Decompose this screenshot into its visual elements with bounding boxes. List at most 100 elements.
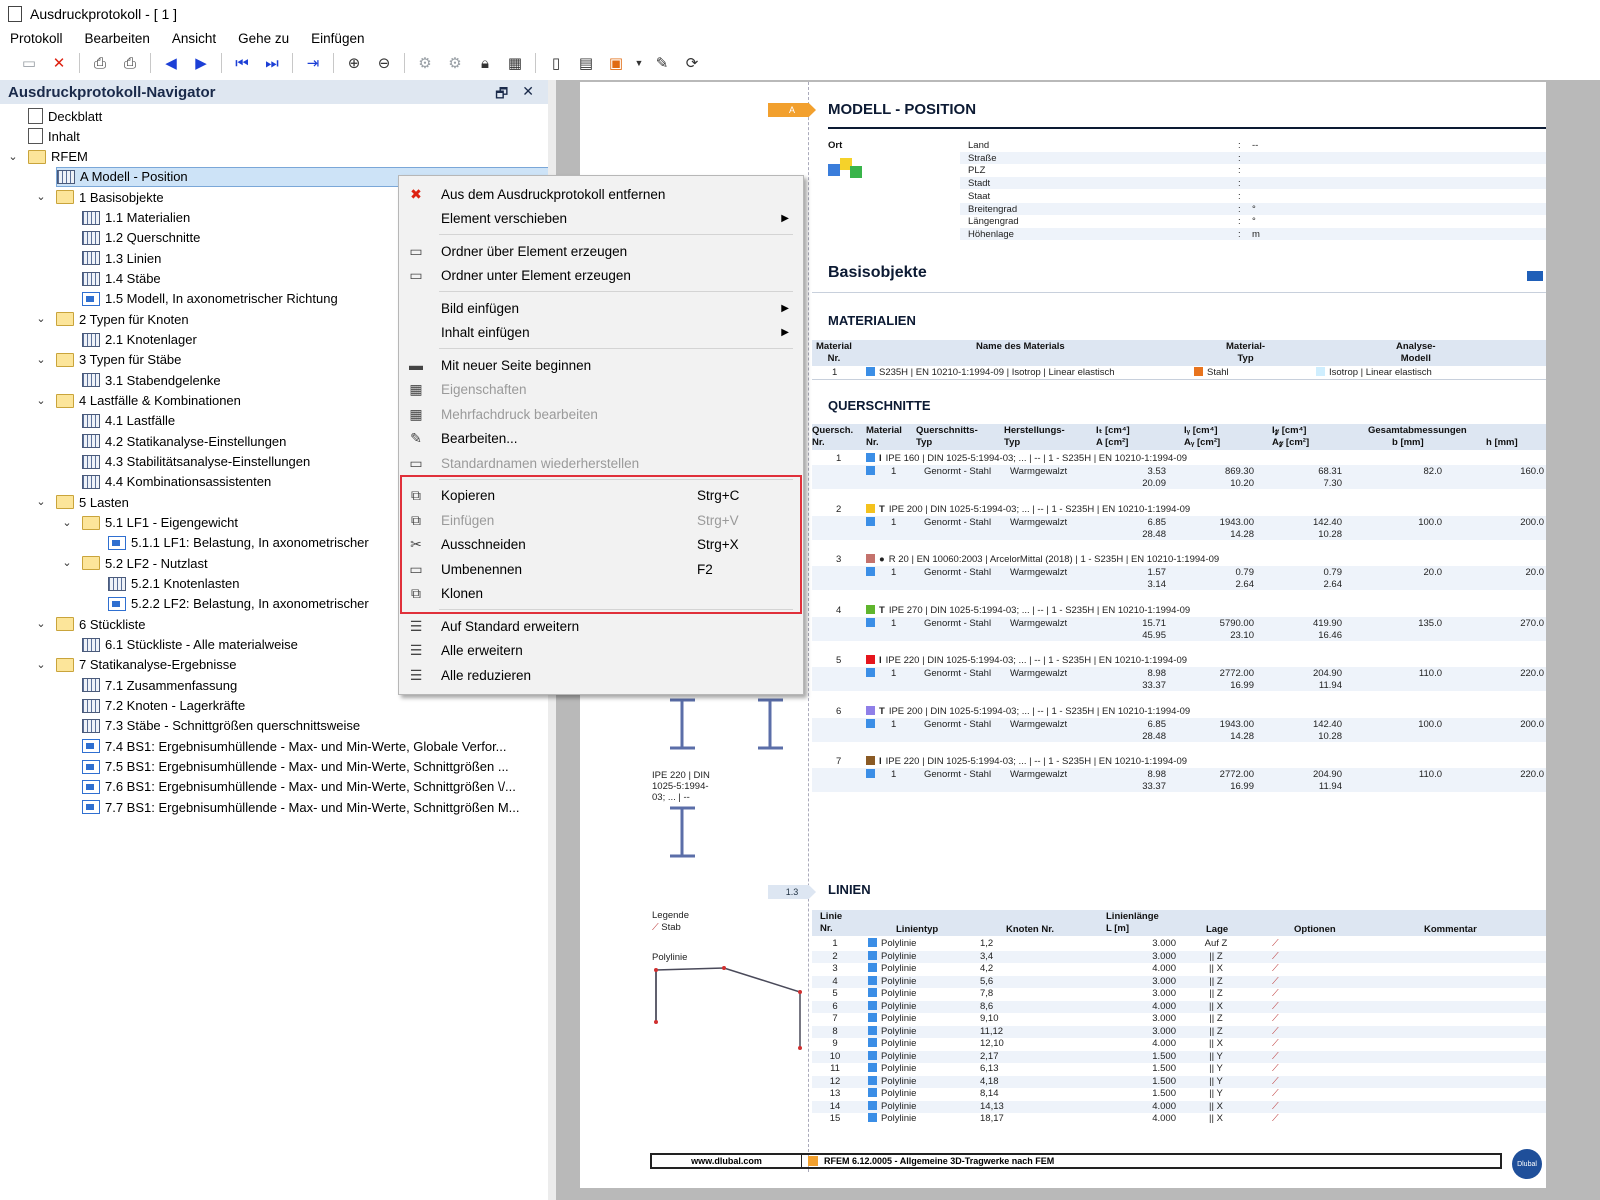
cell-material: 1 xyxy=(866,567,896,578)
zoom-in-icon[interactable]: ⊕ xyxy=(341,51,367,75)
restore-icon[interactable]: 🗗︎ xyxy=(495,83,508,107)
graphic-settings-icon[interactable]: ⚙ xyxy=(412,51,438,75)
tree-toggle-icon[interactable]: ⌄ xyxy=(34,190,48,203)
close-icon[interactable]: ✕ xyxy=(522,83,534,107)
ort-colon: : xyxy=(1238,140,1241,151)
table-icon xyxy=(82,413,100,428)
cell-nodes: 1,2 xyxy=(980,938,994,949)
tree-toggle-icon[interactable]: ⌄ xyxy=(34,617,48,630)
context-menu-item[interactable]: ✎ Bearbeiten... xyxy=(399,427,803,451)
cell-value: 2.64 xyxy=(1323,579,1343,590)
new-report-icon[interactable]: ▭ xyxy=(16,51,42,75)
context-menu-item[interactable]: Inhalt einfügen ▶ xyxy=(399,321,803,345)
cell-manufacturing: Warmgewalzt xyxy=(1010,718,1068,730)
cell-position: || Z xyxy=(1209,950,1223,962)
tree-item[interactable]: Inhalt xyxy=(28,126,548,146)
header-cell: Knoten Nr. xyxy=(1006,924,1055,935)
cell-nodes: 4,18 xyxy=(980,1075,999,1087)
tree-toggle-icon[interactable]: ⌄ xyxy=(34,658,48,671)
cell-position: || Y xyxy=(1209,1063,1223,1074)
cell-type: Genormt - Stahl xyxy=(924,718,992,730)
folder-icon xyxy=(56,190,74,205)
menu-bearbeiten[interactable]: Bearbeiten xyxy=(85,31,150,46)
tree-toggle-icon[interactable]: ⌄ xyxy=(34,312,48,325)
context-menu-item[interactable]: ▬ Mit neuer Seite beginnen xyxy=(399,353,803,377)
zoom-out-icon[interactable]: ⊖ xyxy=(371,51,397,75)
context-menu-item[interactable]: Bild einfügen ▶ xyxy=(399,296,803,320)
cell-type: Genormt - Stahl xyxy=(924,617,992,629)
table-icon xyxy=(82,332,100,347)
menu-separator xyxy=(439,234,793,235)
option-icon: ⟋ xyxy=(1272,1075,1279,1087)
option-icon: ⟋ xyxy=(1272,988,1279,999)
tree-toggle-icon[interactable]: ⌄ xyxy=(34,353,48,366)
footer-url: www.dlubal.com xyxy=(652,1155,802,1167)
menu-einfuegen[interactable]: Einfügen xyxy=(311,31,364,46)
tree-toggle-icon[interactable]: ⌄ xyxy=(34,394,48,407)
table-icon xyxy=(82,698,100,713)
cell-nr: 4 xyxy=(832,975,838,987)
cell-material: 1 xyxy=(866,466,896,477)
option-icon: ⟋ xyxy=(1272,1113,1279,1124)
cell-nodes: 18,17 xyxy=(980,1113,1004,1124)
refresh-icon[interactable]: ⟳ xyxy=(679,51,705,75)
context-menu-item[interactable]: ▭ Ordner über Element erzeugen xyxy=(399,239,803,263)
context-menu-item[interactable]: ☰ Alle erweitern xyxy=(399,639,803,663)
print-preview-icon[interactable]: ⎙ xyxy=(117,51,143,75)
table-icon xyxy=(82,637,100,652)
cell-value: 1943.00 xyxy=(1219,516,1254,528)
tree-item-label: 1.1 Materialien xyxy=(105,210,191,226)
tree-item[interactable]: 7.4 BS1: Ergebnisumhüllende - Max- und M… xyxy=(82,736,548,756)
last-page-icon[interactable]: ⏭ xyxy=(259,51,285,75)
tree-toggle-icon[interactable]: ⌄ xyxy=(60,516,74,529)
graphic-update-icon[interactable]: ⚙ xyxy=(442,51,468,75)
image-icon xyxy=(82,739,100,754)
tree-item-label: 1.5 Modell, In axonometrischer Richtung xyxy=(105,291,338,307)
header-settings-icon[interactable]: ▤ xyxy=(573,51,599,75)
context-menu-item[interactable]: Element verschieben ▶ xyxy=(399,207,803,231)
tree-item[interactable]: 7.2 Knoten - Lagerkräfte xyxy=(82,696,548,716)
cell-value: 135.0 xyxy=(1418,617,1442,629)
tree-toggle-icon[interactable]: ⌄ xyxy=(34,495,48,508)
go-to-page-icon[interactable]: ⇥ xyxy=(300,51,326,75)
tree-item-label: A Modell - Position xyxy=(80,169,188,185)
cell-length: 4.000 xyxy=(1152,963,1176,974)
cell-value: 10.28 xyxy=(1318,528,1342,540)
context-menu-item[interactable]: ✖ Aus dem Ausdruckprotokoll entfernen xyxy=(399,182,803,206)
menu-protokoll[interactable]: Protokoll xyxy=(10,31,63,46)
menu-ansicht[interactable]: Ansicht xyxy=(172,31,216,46)
table-icon xyxy=(82,718,100,733)
cell-line-type: Polylinie xyxy=(868,975,916,987)
cell-description: I IPE 220 | DIN 1025-5:1994-03; ... | -- … xyxy=(866,655,1187,666)
tree-item[interactable]: Deckblatt xyxy=(28,106,548,126)
menu-item-label: Aus dem Ausdruckprotokoll entfernen xyxy=(441,186,666,202)
print-icon[interactable]: ⎙ xyxy=(87,51,113,75)
table-settings-icon[interactable]: ▦ xyxy=(502,51,528,75)
tree-toggle-icon[interactable]: ⌄ xyxy=(6,150,20,163)
header-cell: Iₜ [cm⁴] A [cm²] xyxy=(1096,425,1130,448)
window-title: Ausdruckprotokoll - [ 1 ] xyxy=(30,6,178,22)
previous-page-icon[interactable]: ◀ xyxy=(158,51,184,75)
delete-report-icon[interactable]: ✕ xyxy=(46,51,72,75)
first-page-icon[interactable]: ⏮ xyxy=(229,51,255,75)
edit-report-icon[interactable]: ✎ xyxy=(649,51,675,75)
cell-nodes: 11,12 xyxy=(980,1025,1004,1037)
menu-gehe-zu[interactable]: Gehe zu xyxy=(238,31,289,46)
context-menu-item[interactable]: ▭ Ordner unter Element erzeugen xyxy=(399,264,803,288)
table-icon xyxy=(82,474,100,489)
next-page-icon[interactable]: ▶ xyxy=(188,51,214,75)
tree-item-label: 5 Lasten xyxy=(79,494,129,510)
tree-item[interactable]: RFEM xyxy=(28,147,548,167)
tree-item[interactable]: 7.7 BS1: Ergebnisumhüllende - Max- und M… xyxy=(82,797,548,817)
lock-icon[interactable]: 🔒︎ xyxy=(472,51,498,75)
export-dropdown-icon[interactable]: ▼ xyxy=(633,51,645,75)
tree-toggle-icon[interactable]: ⌄ xyxy=(60,556,74,569)
tree-item[interactable]: 7.5 BS1: Ergebnisumhüllende - Max- und M… xyxy=(82,757,548,777)
context-menu-item[interactable]: ☰ Auf Standard erweitern xyxy=(399,614,803,638)
tree-item[interactable]: 7.6 BS1: Ergebnisumhüllende - Max- und M… xyxy=(82,777,548,797)
context-menu-item[interactable]: ☰ Alle reduzieren xyxy=(399,663,803,687)
tree-item[interactable]: 7.3 Stäbe - Schnittgrößen querschnittswe… xyxy=(82,716,548,736)
expand-all-icon: ☰ xyxy=(409,642,423,658)
export-icon[interactable]: ▣ xyxy=(603,51,629,75)
page-layout-icon[interactable]: ▯ xyxy=(543,51,569,75)
